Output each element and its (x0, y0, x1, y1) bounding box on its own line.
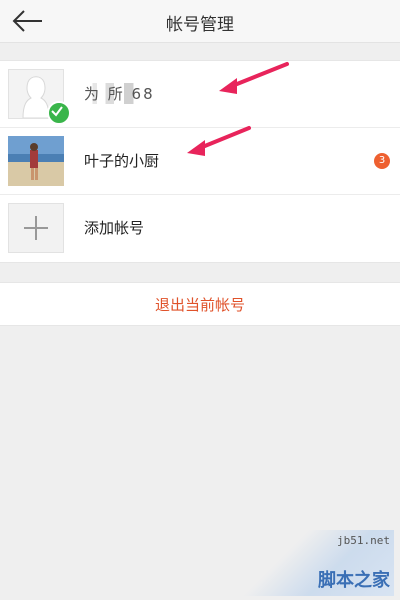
add-account-row[interactable]: 添加帐号 (0, 195, 400, 261)
page-title: 帐号管理 (166, 15, 234, 35)
beach-photo-avatar (8, 136, 64, 186)
watermark-text: 脚本之家 (318, 570, 390, 591)
app-header: 帐号管理 (0, 0, 400, 43)
account-row-1[interactable]: 为 所 68 (0, 61, 400, 127)
logout-label: 退出当前帐号 (154, 296, 245, 314)
account-name: 叶子的小厨 (84, 152, 160, 170)
account-name: 为 所 68 (84, 83, 155, 104)
add-account-label: 添加帐号 (84, 219, 145, 237)
avatar (8, 136, 64, 186)
active-check-icon (47, 101, 71, 125)
watermark-site: jb51.net (337, 534, 390, 547)
account-row-2[interactable]: 叶子的小厨 3 (0, 128, 400, 194)
watermark: jb51.net 脚本之家 (244, 530, 394, 596)
unread-badge: 3 (374, 153, 390, 169)
avatar (8, 69, 71, 125)
logout-button[interactable]: 退出当前帐号 (0, 282, 400, 326)
plus-icon (24, 216, 48, 240)
add-account-button[interactable] (8, 203, 64, 253)
account-list: 为 所 68 叶子的小厨 3 添加帐号 (0, 60, 400, 263)
